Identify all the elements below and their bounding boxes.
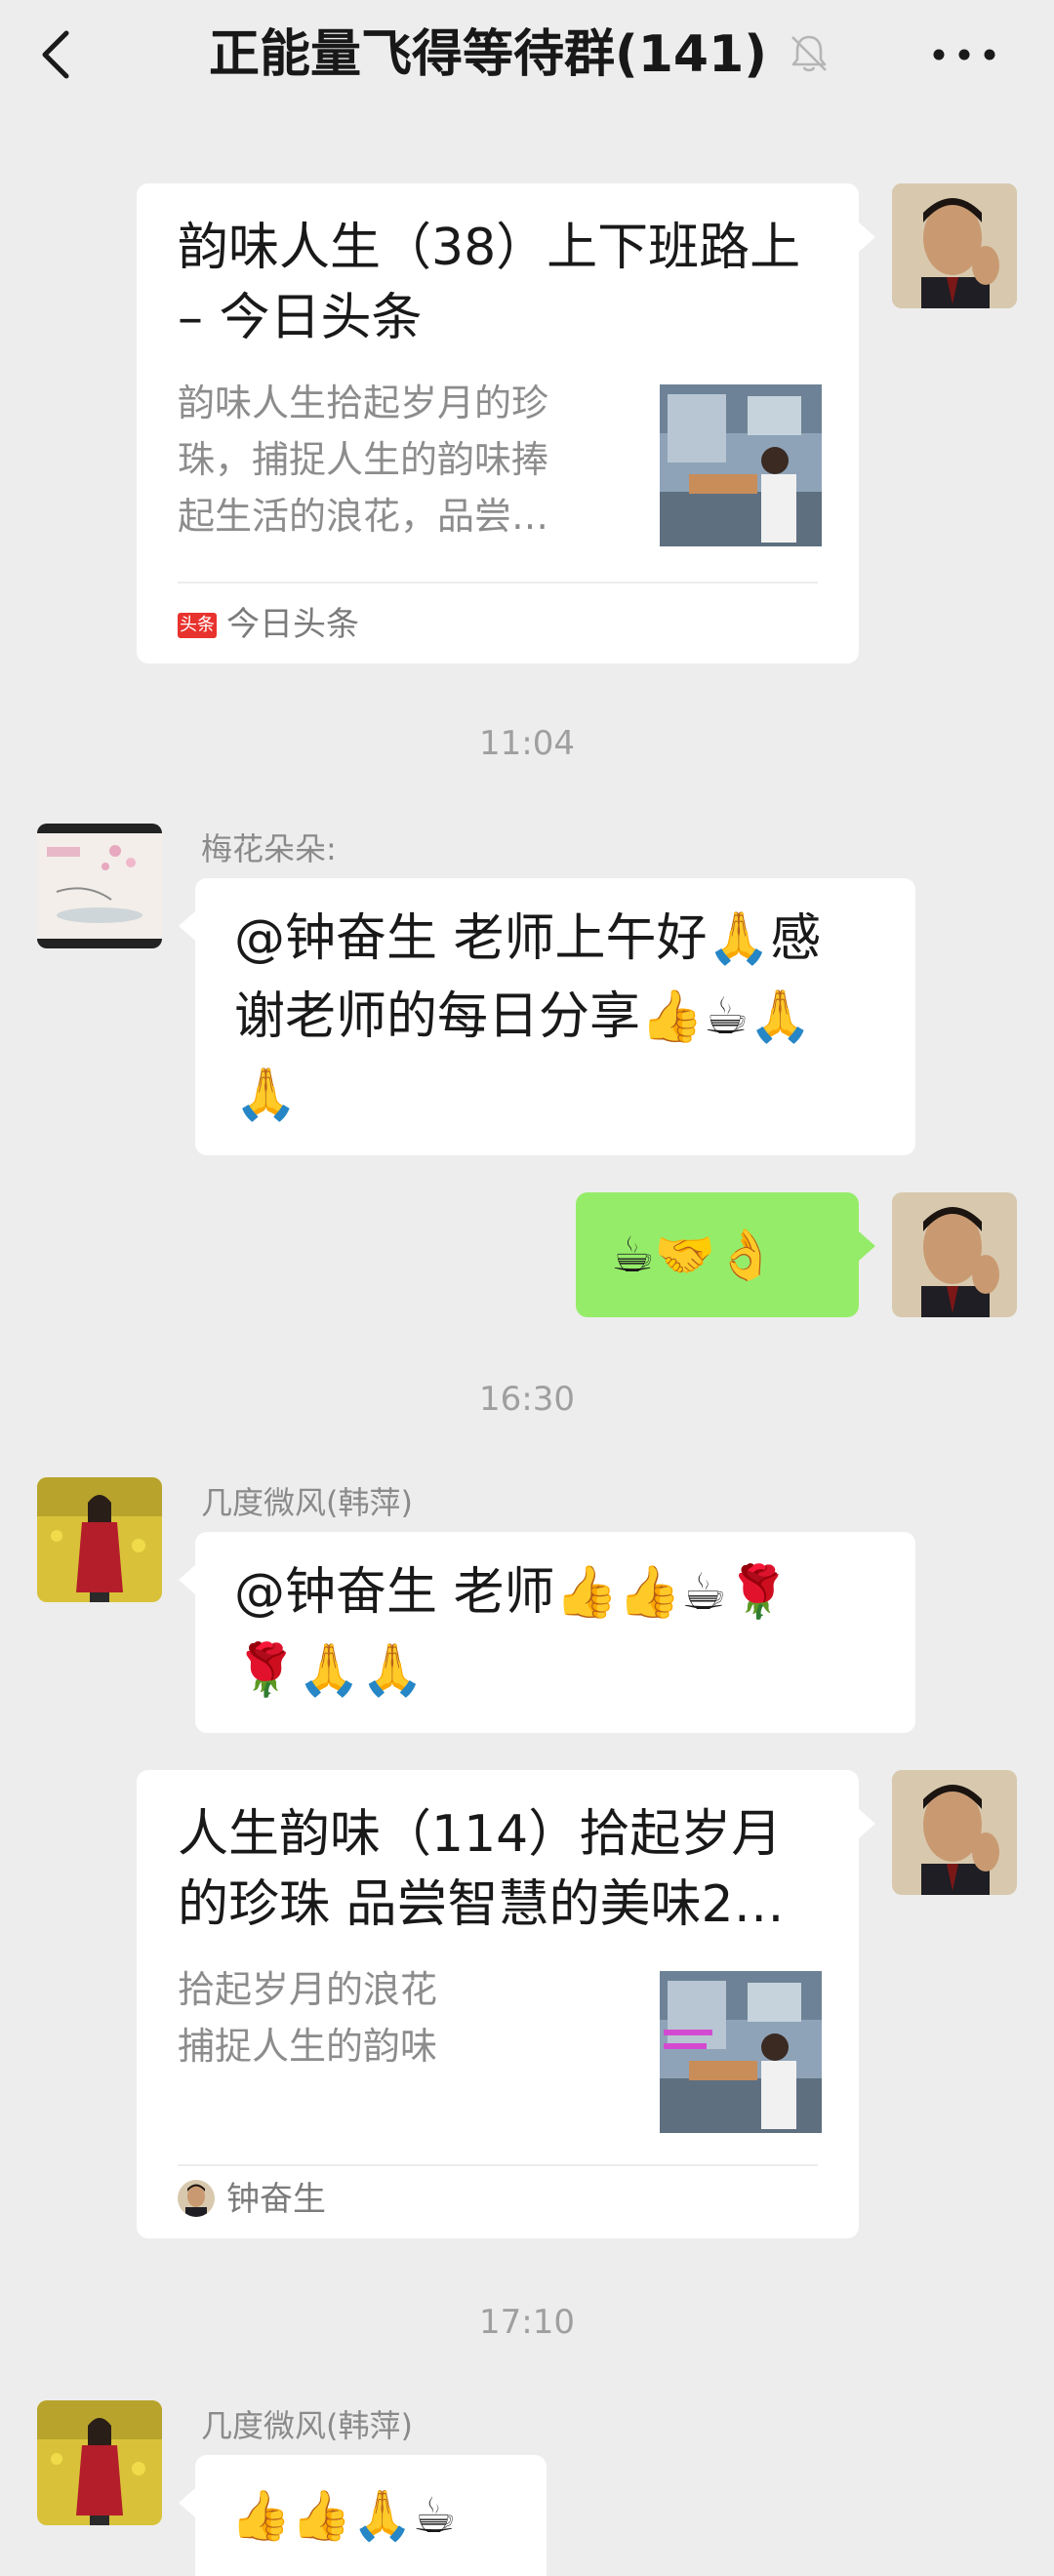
card-description-line: 拾起岁月的浪花 (178, 1968, 438, 2011)
sender-name: 梅花朵朵: (201, 830, 337, 867)
text-message-self[interactable]: ☕🤝👌 (576, 1192, 859, 1317)
message-text-line: 谢老师的每日分享👍☕🙏 (234, 987, 813, 1046)
timestamp: 17:10 (479, 2303, 575, 2342)
bubble-tail (179, 1565, 195, 1594)
link-card-message[interactable]: 人生韵味（114）拾起岁月 的珍珠 品尝智慧的美味2… 拾起岁月的浪花 捕捉人生… (137, 1770, 859, 2238)
bubble-tail (859, 1809, 875, 1838)
avatar-self[interactable] (892, 1770, 1017, 1895)
timestamp: 11:04 (479, 724, 575, 763)
card-description-line: 珠，捕捉人生的韵味捧 (178, 438, 549, 481)
card-divider (178, 582, 818, 584)
chat-title: 正能量飞得等待群(141) (208, 25, 768, 84)
text-message[interactable]: 👍👍🙏☕ (195, 2455, 547, 2576)
link-card-message[interactable]: 韵味人生（38）上下班路上 – 今日头条 韵味人生拾起岁月的珍 珠，捕捉人生的韵… (137, 183, 859, 664)
message-text-line: ☕🤝👌 (611, 1227, 777, 1283)
bell-muted-icon (791, 35, 827, 72)
timestamp: 16:30 (479, 1380, 575, 1419)
avatar-meihua[interactable] (37, 824, 162, 948)
message-text-line: 🙏 (234, 1066, 298, 1124)
message-text-line: 👍👍🙏☕ (230, 2487, 457, 2544)
avatar-jiduweifeng[interactable] (37, 2400, 162, 2525)
bubble-tail (859, 1231, 875, 1261)
card-title-line: – 今日头条 (178, 289, 423, 347)
source-avatar-icon (178, 2180, 215, 2217)
sender-name: 几度微风(韩萍) (201, 2407, 413, 2444)
back-arrow-icon[interactable] (27, 23, 90, 86)
avatar-jiduweifeng[interactable] (37, 1477, 162, 1602)
avatar-self[interactable] (892, 1192, 1017, 1317)
text-message[interactable]: @钟奋生 老师👍👍☕🌹 🌹🙏🙏 (195, 1532, 915, 1733)
more-dots-icon[interactable] (927, 33, 1001, 76)
card-thumbnail-image (660, 384, 822, 546)
card-description-line: 起生活的浪花，品尝… (178, 495, 549, 538)
message-text-line: @钟奋生 老师上午好🙏感 (234, 909, 822, 968)
bubble-tail (859, 222, 875, 252)
card-source-name: 钟奋生 (226, 2180, 326, 2219)
card-title-line: 的珍珠 品尝智慧的美味2… (178, 1875, 785, 1934)
chat-header: 正能量飞得等待群(141) (0, 0, 1054, 109)
chat-screen: 正能量飞得等待群(141) 韵味人生（38）上下班路上 – 今日头条 韵味人生拾… (0, 0, 1054, 2576)
card-divider (178, 2164, 818, 2166)
card-description-line: 韵味人生拾起岁月的珍 (178, 382, 549, 424)
text-message[interactable]: @钟奋生 老师上午好🙏感 谢老师的每日分享👍☕🙏 🙏 (195, 878, 915, 1155)
message-text-line: @钟奋生 老师👍👍☕🌹 (234, 1563, 790, 1622)
bubble-tail (179, 911, 195, 941)
card-description-line: 捕捉人生的韵味 (178, 2025, 438, 2068)
sender-name: 几度微风(韩萍) (201, 1484, 413, 1521)
card-source-name: 今日头条 (226, 605, 359, 644)
card-title-line: 人生韵味（114）拾起岁月 (178, 1805, 783, 1864)
card-thumbnail-image (660, 1971, 822, 2133)
toutiao-badge-icon: 头条 (178, 613, 217, 638)
avatar-self[interactable] (892, 183, 1017, 308)
bubble-tail (179, 2488, 195, 2517)
card-title-line: 韵味人生（38）上下班路上 (178, 219, 801, 277)
message-text-line: 🌹🙏🙏 (234, 1641, 425, 1700)
